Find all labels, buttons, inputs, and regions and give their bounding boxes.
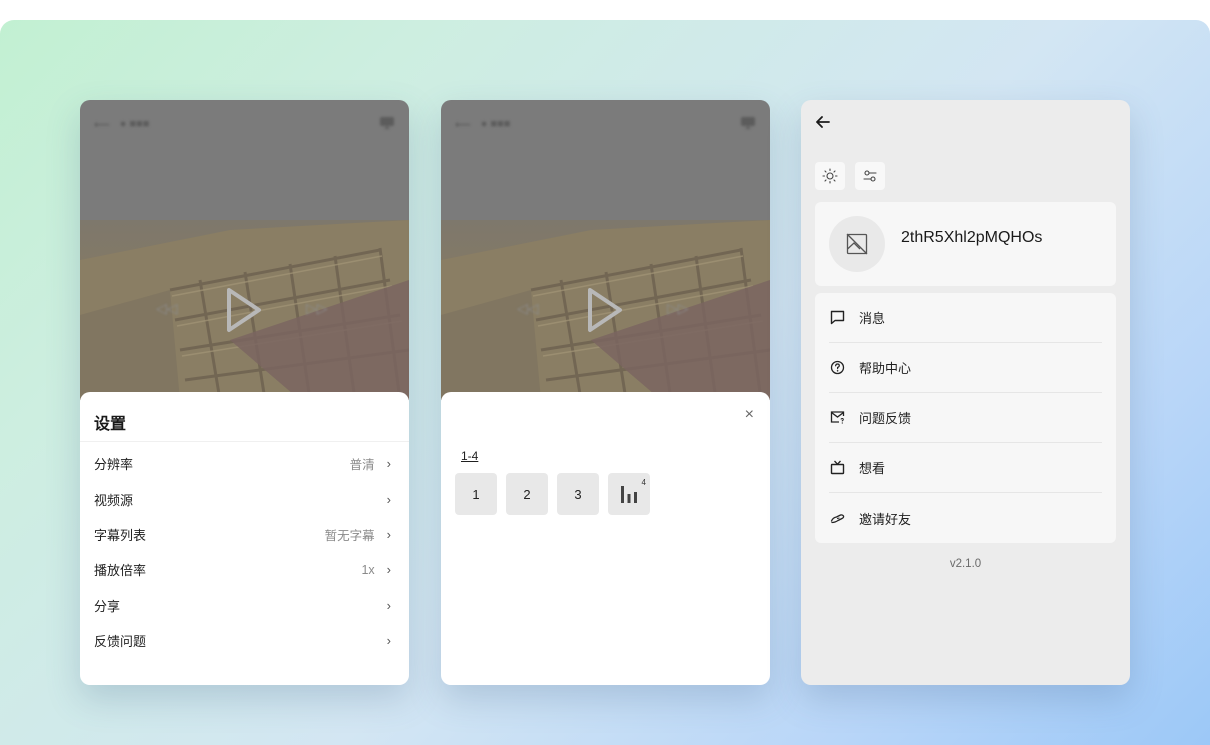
setting-value: 1x — [361, 562, 375, 577]
rewind-icon[interactable]: ◁◁ — [517, 300, 539, 317]
setting-resolution[interactable]: 分辨率 普清 › — [80, 446, 409, 481]
forward-icon[interactable]: ▷▷ — [667, 300, 689, 317]
theme-toggle-button[interactable] — [815, 162, 845, 190]
setting-value: 暂无字幕 — [324, 528, 375, 543]
setting-playback-rate[interactable]: 播放倍率 1x › — [80, 552, 409, 587]
feedback-icon — [829, 410, 845, 426]
menu-item-label: 问题反馈 — [859, 411, 912, 426]
setting-label: 视频源 — [94, 492, 134, 508]
episode-button-playing[interactable]: 4 — [608, 473, 650, 515]
episode-range-tab[interactable]: 1-4 — [461, 449, 478, 463]
video-player-dimmed: ⟵ ● ■■■ ◁◁ ▷▷ — [441, 100, 770, 400]
profile-menu: 消息 帮助中心 问题反馈 想看 邀请好友 — [815, 293, 1116, 543]
episodes-screen: ⟵ ● ■■■ ◁◁ ▷▷ × 1-4 1 2 3 4 — [441, 100, 770, 685]
episode-title-blurred: ● ■■■ — [480, 118, 511, 130]
play-icon[interactable] — [223, 286, 263, 334]
setting-label: 分享 — [94, 598, 121, 614]
message-icon — [829, 310, 845, 326]
settings-screen: ⟵ ● ■■■ ◁◁ ▷▷ 设置 分辨率 普清 › 视频源 › 字幕列表 暂无字… — [80, 100, 409, 685]
forward-icon[interactable]: ▷▷ — [306, 300, 328, 317]
menu-item-label: 邀请好友 — [859, 511, 912, 527]
close-icon[interactable]: × — [745, 406, 754, 424]
chevron-right-icon: › — [386, 491, 391, 507]
showcase-background: ⟵ ● ■■■ ◁◁ ▷▷ 设置 分辨率 普清 › 视频源 › 字幕列表 暂无字… — [0, 20, 1210, 745]
app-version: v2.1.0 — [949, 558, 982, 570]
username: 2thR5Xhl2pMQHOs — [901, 229, 1043, 246]
episode-title-blurred: ● ■■■ — [119, 118, 150, 130]
play-icon[interactable] — [584, 286, 624, 334]
chevron-right-icon: › — [386, 597, 391, 613]
setting-feedback[interactable]: 反馈问题 › — [80, 623, 409, 658]
setting-label: 播放倍率 — [94, 563, 147, 579]
setting-label: 字幕列表 — [94, 527, 147, 543]
tv-icon — [829, 460, 845, 476]
setting-label: 反馈问题 — [94, 634, 147, 650]
chevron-right-icon: › — [386, 526, 391, 542]
video-topbar: ⟵ ● ■■■ — [455, 114, 756, 134]
episode-number-badge: 4 — [641, 478, 646, 487]
back-arrow-icon[interactable] — [815, 114, 831, 135]
episode-button-2[interactable]: 2 — [506, 473, 548, 515]
cast-icon[interactable] — [740, 116, 756, 133]
setting-subtitles[interactable]: 字幕列表 暂无字幕 › — [80, 517, 409, 552]
sun-icon — [822, 168, 838, 184]
chevron-right-icon: › — [386, 633, 391, 649]
episodes-sheet: × 1-4 1 2 3 4 — [441, 392, 770, 685]
settings-list: 分辨率 普清 › 视频源 › 字幕列表 暂无字幕 › 播放倍率 1x › 分享 … — [80, 442, 409, 658]
video-topbar: ⟵ ● ■■■ — [94, 114, 395, 134]
invite-icon — [829, 510, 845, 526]
setting-value: 普清 — [349, 458, 375, 473]
menu-item-feedback[interactable]: 问题反馈 — [829, 393, 1102, 443]
menu-item-help[interactable]: 帮助中心 — [829, 343, 1102, 393]
chevron-right-icon: › — [386, 456, 391, 472]
episode-button-1[interactable]: 1 — [455, 473, 497, 515]
settings-title: 设置 — [80, 392, 409, 442]
profile-screen: 2thR5Xhl2pMQHOs 消息 帮助中心 问题反馈 想看 邀请好友 v2.… — [801, 100, 1130, 685]
setting-share[interactable]: 分享 › — [80, 588, 409, 623]
avatar[interactable] — [829, 216, 885, 272]
back-icon[interactable]: ⟵ — [94, 118, 110, 131]
menu-item-invite[interactable]: 邀请好友 — [829, 493, 1102, 543]
rewind-icon[interactable]: ◁◁ — [156, 300, 178, 317]
menu-item-label: 想看 — [859, 461, 886, 476]
help-icon — [829, 360, 845, 376]
menu-item-label: 帮助中心 — [859, 361, 912, 376]
settings-toggle-button[interactable] — [855, 162, 885, 190]
settings-sheet: 设置 分辨率 普清 › 视频源 › 字幕列表 暂无字幕 › 播放倍率 1x › … — [80, 392, 409, 685]
video-player-dimmed: ⟵ ● ■■■ ◁◁ ▷▷ — [80, 100, 409, 400]
user-card[interactable]: 2thR5Xhl2pMQHOs — [815, 202, 1116, 286]
back-icon[interactable]: ⟵ — [455, 118, 471, 131]
setting-label: 分辨率 — [94, 457, 134, 473]
menu-item-watchlist[interactable]: 想看 — [829, 443, 1102, 493]
cast-icon[interactable] — [379, 116, 395, 133]
sliders-icon — [863, 170, 877, 182]
setting-video-source[interactable]: 视频源 › — [80, 481, 409, 516]
menu-item-label: 消息 — [859, 311, 886, 326]
menu-item-messages[interactable]: 消息 — [829, 293, 1102, 343]
now-playing-icon — [621, 486, 637, 503]
chevron-right-icon: › — [386, 562, 391, 578]
episode-grid: 1 2 3 4 — [455, 473, 650, 515]
episode-button-3[interactable]: 3 — [557, 473, 599, 515]
no-image-icon — [846, 233, 868, 255]
